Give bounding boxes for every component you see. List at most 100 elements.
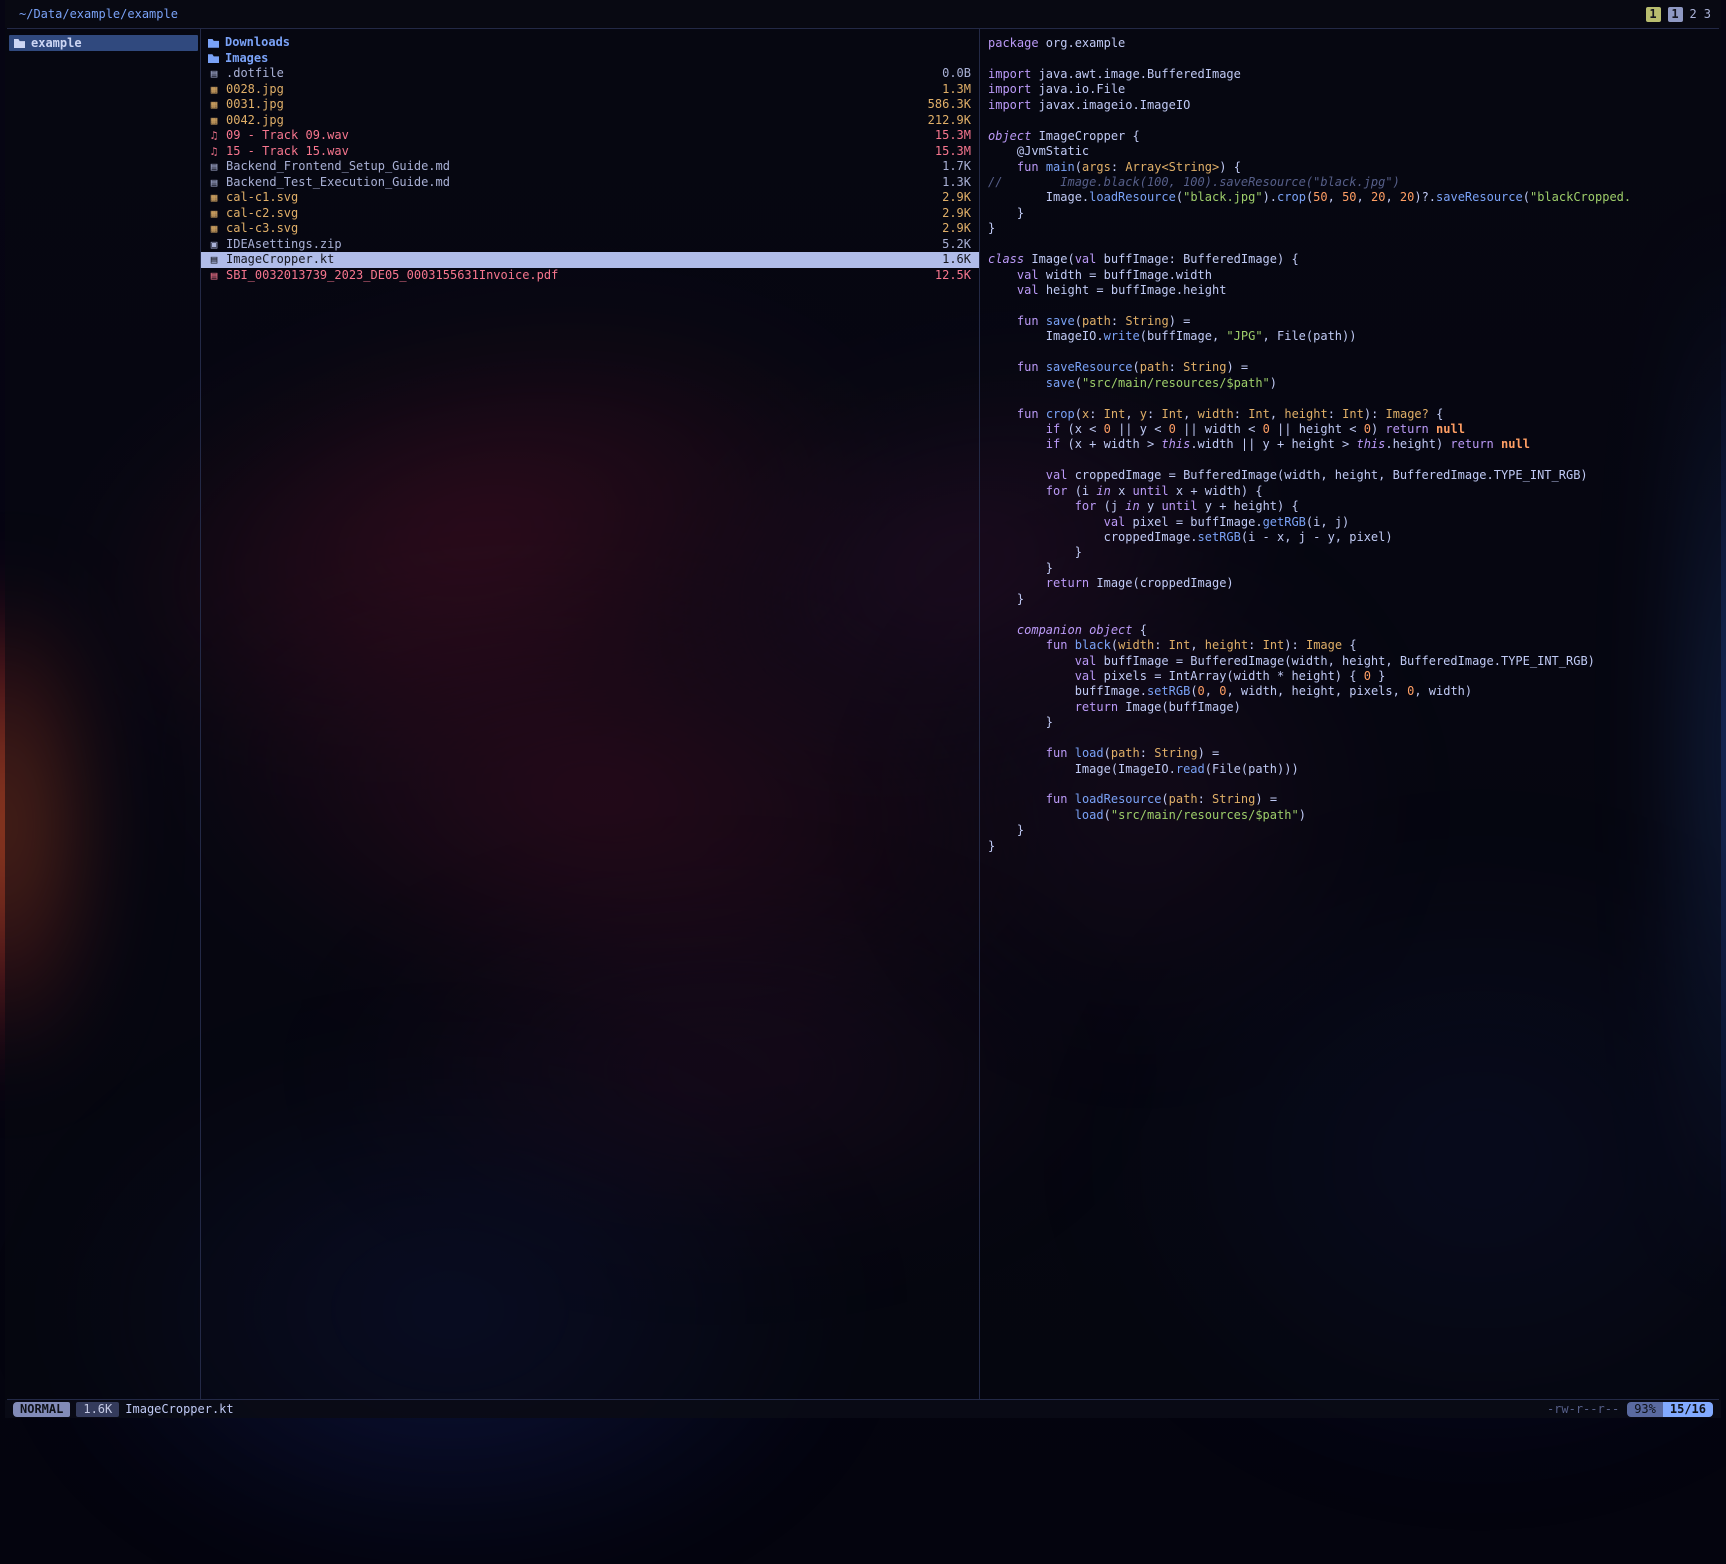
file-size: 1.7K <box>942 159 971 175</box>
file-name: 09 - Track 09.wav <box>226 128 349 144</box>
file-size: 1.3M <box>942 82 971 98</box>
file-row[interactable]: 15 - Track 15.wav15.3M <box>201 144 979 160</box>
code-line: object ImageCropper { <box>988 129 1719 144</box>
code-line: Image.loadResource("black.jpg").crop(50,… <box>988 190 1719 205</box>
tab-2[interactable]: 2 <box>1690 7 1697 21</box>
tab-0[interactable]: 1 <box>1646 7 1661 22</box>
audio-icon <box>208 128 220 144</box>
file-row[interactable]: 0031.jpg 586.3K <box>201 97 979 113</box>
code-line: package org.example <box>988 36 1719 51</box>
file-row[interactable]: Images <box>201 51 979 67</box>
file-row[interactable]: cal-c1.svg2.9K <box>201 190 979 206</box>
file-size: 5.2K <box>942 237 971 253</box>
file-row[interactable]: ImageCropper.kt 1.6K <box>201 252 979 268</box>
cursor-position-badge: 15/16 <box>1663 1402 1713 1417</box>
image-icon <box>208 97 220 113</box>
code-line <box>988 298 1719 313</box>
file-row[interactable]: 0042.jpg212.9K <box>201 113 979 129</box>
file-size-badge: 1.6K <box>76 1402 119 1417</box>
code-line: } <box>988 592 1719 607</box>
code-line: fun black(width: Int, height: Int): Imag… <box>988 638 1719 653</box>
status-left: NORMAL 1.6K ImageCropper.kt <box>13 1402 234 1417</box>
status-right: -rw-r--r-- 93% 15/16 <box>1547 1402 1713 1417</box>
folder-icon <box>208 39 219 48</box>
file-row[interactable]: Backend_Test_Execution_Guide.md1.3K <box>201 175 979 191</box>
code-line: val croppedImage = BufferedImage(width, … <box>988 468 1719 483</box>
code-line: // Image.black(100, 100).saveResource("b… <box>988 175 1719 190</box>
code-line: } <box>988 221 1719 236</box>
code-line: val width = buffImage.width <box>988 268 1719 283</box>
folder-icon <box>208 54 219 63</box>
code-line: } <box>988 839 1719 854</box>
file-size: 1.3K <box>942 175 971 191</box>
code-line: companion object { <box>988 623 1719 638</box>
code-line: val pixel = buffImage.getRGB(i, j) <box>988 515 1719 530</box>
file-size: 1.6K <box>942 252 971 268</box>
file-size: 15.3M <box>935 128 971 144</box>
file-row[interactable]: 0028.jpg1.3M <box>201 82 979 98</box>
file-size: 12.5K <box>935 268 971 284</box>
status-bar: NORMAL 1.6K ImageCropper.kt -rw-r--r-- 9… <box>5 1400 1721 1418</box>
image-icon <box>208 221 220 237</box>
file-name: ImageCropper.kt <box>226 252 334 268</box>
code-line: croppedImage.setRGB(i - x, j - y, pixel) <box>988 530 1719 545</box>
breadcrumb-path: ~/Data/example/example <box>15 7 178 21</box>
file-row[interactable]: SBI_0032013739_2023_DE05_0003155631Invoi… <box>201 268 979 284</box>
code-line: @JvmStatic <box>988 144 1719 159</box>
file-name: Backend_Frontend_Setup_Guide.md <box>226 159 450 175</box>
code-line <box>988 453 1719 468</box>
file-size: 212.9K <box>928 113 971 129</box>
code-line: val height = buffImage.height <box>988 283 1719 298</box>
file-row[interactable]: 09 - Track 09.wav 15.3M <box>201 128 979 144</box>
file-row[interactable]: .dotfile0.0B <box>201 66 979 82</box>
code-line: buffImage.setRGB(0, 0, width, height, pi… <box>988 684 1719 699</box>
code-line: for (i in x until x + width) { <box>988 484 1719 499</box>
mode-badge: NORMAL <box>13 1402 70 1417</box>
code-line: Image(ImageIO.read(File(path))) <box>988 762 1719 777</box>
archive-icon <box>208 237 220 253</box>
tab-1[interactable]: 1 <box>1668 7 1683 22</box>
file-row[interactable]: IDEAsettings.zip 5.2K <box>201 237 979 253</box>
file-row[interactable]: cal-c3.svg2.9K <box>201 221 979 237</box>
code-line: return Image(croppedImage) <box>988 576 1719 591</box>
markdown-icon <box>208 159 220 175</box>
image-icon <box>208 113 220 129</box>
code-line: fun load(path: String) = <box>988 746 1719 761</box>
code-line: fun main(args: Array<String>) { <box>988 160 1719 175</box>
file-name: Downloads <box>225 35 290 51</box>
file-list-pane: DownloadsImages.dotfile0.0B0028.jpg1.3M0… <box>201 29 980 1399</box>
code-line: if (x + width > this.width || y + height… <box>988 437 1719 452</box>
file-preview-pane: package org.example import java.awt.imag… <box>980 29 1719 1399</box>
file-icon <box>208 66 220 82</box>
file-permissions: -rw-r--r-- <box>1547 1402 1619 1416</box>
file-name: 0031.jpg <box>226 97 284 113</box>
file-row[interactable]: cal-c2.svg2.9K <box>201 206 979 222</box>
code-line: load("src/main/resources/$path") <box>988 808 1719 823</box>
parent-dir-item[interactable]: example <box>9 35 198 51</box>
code-line: fun crop(x: Int, y: Int, width: Int, hei… <box>988 407 1719 422</box>
image-icon <box>208 206 220 222</box>
code-line: import java.io.File <box>988 82 1719 97</box>
file-name: cal-c1.svg <box>226 190 298 206</box>
file-name: cal-c3.svg <box>226 221 298 237</box>
file-size: 15.3M <box>935 144 971 160</box>
image-icon <box>208 82 220 98</box>
code-line: class Image(val buffImage: BufferedImage… <box>988 252 1719 267</box>
tab-bar: 1123 <box>1646 7 1711 22</box>
file-row[interactable]: Backend_Frontend_Setup_Guide.md 1.7K <box>201 159 979 175</box>
markdown-icon <box>208 175 220 191</box>
header-bar: ~/Data/example/example 1123 <box>5 0 1721 28</box>
terminal-window: ~/Data/example/example 1123 example Down… <box>5 0 1721 1418</box>
file-row[interactable]: Downloads <box>201 35 979 51</box>
file-name: IDEAsettings.zip <box>226 237 342 253</box>
file-size: 586.3K <box>928 97 971 113</box>
kotlin-icon <box>208 252 220 268</box>
file-name: cal-c2.svg <box>226 206 298 222</box>
status-filename: ImageCropper.kt <box>125 1402 233 1416</box>
audio-icon <box>208 144 220 160</box>
code-line: if (x < 0 || y < 0 || width < 0 || heigh… <box>988 422 1719 437</box>
tab-3[interactable]: 3 <box>1704 7 1711 21</box>
scroll-percent-badge: 93% <box>1627 1402 1663 1417</box>
code-line: import javax.imageio.ImageIO <box>988 98 1719 113</box>
pdf-icon <box>208 268 220 284</box>
